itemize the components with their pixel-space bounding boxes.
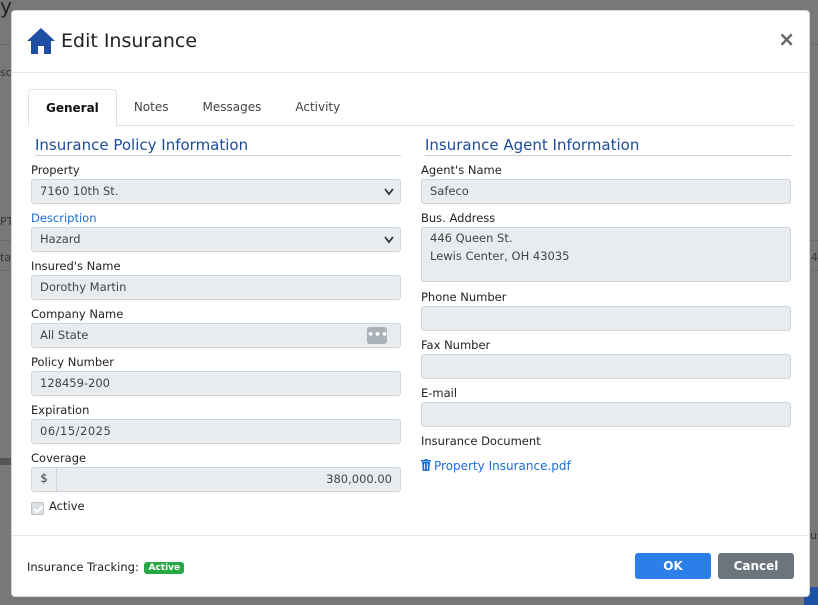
description-value: Hazard [40, 232, 81, 246]
status-badge: Active [144, 562, 185, 574]
description-select[interactable]: Hazard [31, 227, 401, 252]
agent-section-title: Insurance Agent Information [425, 136, 791, 156]
bus-address-label: Bus. Address [421, 211, 496, 225]
chevron-down-icon [384, 236, 394, 244]
currency-addon: $ [32, 468, 57, 491]
modal-footer: Insurance Tracking: Active OK Cancel [12, 535, 809, 598]
coverage-field[interactable]: $ 380,000.00 [31, 467, 401, 492]
coverage-label: Coverage [31, 451, 87, 465]
expiration-label: Expiration [31, 403, 90, 417]
address-line-2: Lewis Center, OH 43035 [430, 249, 570, 263]
fax-number-label: Fax Number [421, 338, 491, 352]
active-checkbox[interactable] [31, 502, 44, 515]
tab-bar: General Notes Messages Activity [28, 89, 794, 127]
tracking-label: Insurance Tracking: [27, 560, 139, 574]
tab-notes[interactable]: Notes [117, 89, 186, 126]
ok-button[interactable]: OK [635, 553, 711, 579]
company-name-field[interactable]: All State ••• [31, 323, 401, 348]
phone-number-label: Phone Number [421, 290, 507, 304]
tab-activity[interactable]: Activity [278, 89, 357, 126]
email-field[interactable] [421, 402, 791, 427]
insured-name-field[interactable]: Dorothy Martin [31, 275, 401, 300]
company-name-label: Company Name [31, 307, 124, 321]
modal-header: Edit Insurance × [12, 11, 809, 73]
document-link[interactable]: Property Insurance.pdf [421, 459, 571, 473]
background-text: ta [0, 251, 12, 264]
document-link-text[interactable]: Property Insurance.pdf [434, 459, 571, 473]
phone-number-field[interactable] [421, 306, 791, 331]
policy-number-label: Policy Number [31, 355, 114, 369]
address-line-1: 446 Queen St. [430, 231, 513, 245]
trash-icon[interactable] [421, 459, 431, 471]
edit-insurance-modal: Edit Insurance × General Notes Messages … [11, 10, 810, 597]
background-text: sc [0, 66, 12, 79]
cancel-button[interactable]: Cancel [718, 553, 794, 579]
background-text: us [810, 529, 818, 542]
home-icon [27, 28, 55, 54]
tab-general[interactable]: General [28, 89, 117, 127]
ellipsis-icon[interactable]: ••• [367, 327, 388, 344]
close-icon[interactable]: × [778, 28, 795, 50]
policy-section-title: Insurance Policy Information [35, 136, 401, 156]
property-select[interactable]: 7160 10th St. [31, 179, 401, 204]
company-name-value: All State [40, 328, 89, 342]
chevron-down-icon [384, 188, 394, 196]
fax-number-field[interactable] [421, 354, 791, 379]
active-label: Active [49, 499, 85, 513]
expiration-field[interactable]: 06/15/2025 [31, 419, 401, 444]
property-label: Property [31, 163, 80, 177]
agent-name-field[interactable]: Safeco [421, 179, 791, 204]
description-label: Description [31, 211, 97, 225]
bus-address-field[interactable]: 446 Queen St. Lewis Center, OH 43035 [421, 227, 791, 282]
background-text: 4 [811, 251, 818, 264]
policy-number-field[interactable]: 128459-200 [31, 371, 401, 396]
property-value: 7160 10th St. [40, 184, 119, 198]
tab-messages[interactable]: Messages [185, 89, 278, 126]
email-label: E-mail [421, 386, 458, 400]
insurance-tracking: Insurance Tracking: Active [27, 560, 185, 574]
coverage-value: 380,000.00 [326, 472, 392, 486]
insurance-document-label: Insurance Document [421, 434, 541, 448]
insured-name-label: Insured's Name [31, 259, 121, 273]
modal-title: Edit Insurance [61, 30, 198, 52]
agent-name-label: Agent's Name [421, 163, 502, 177]
